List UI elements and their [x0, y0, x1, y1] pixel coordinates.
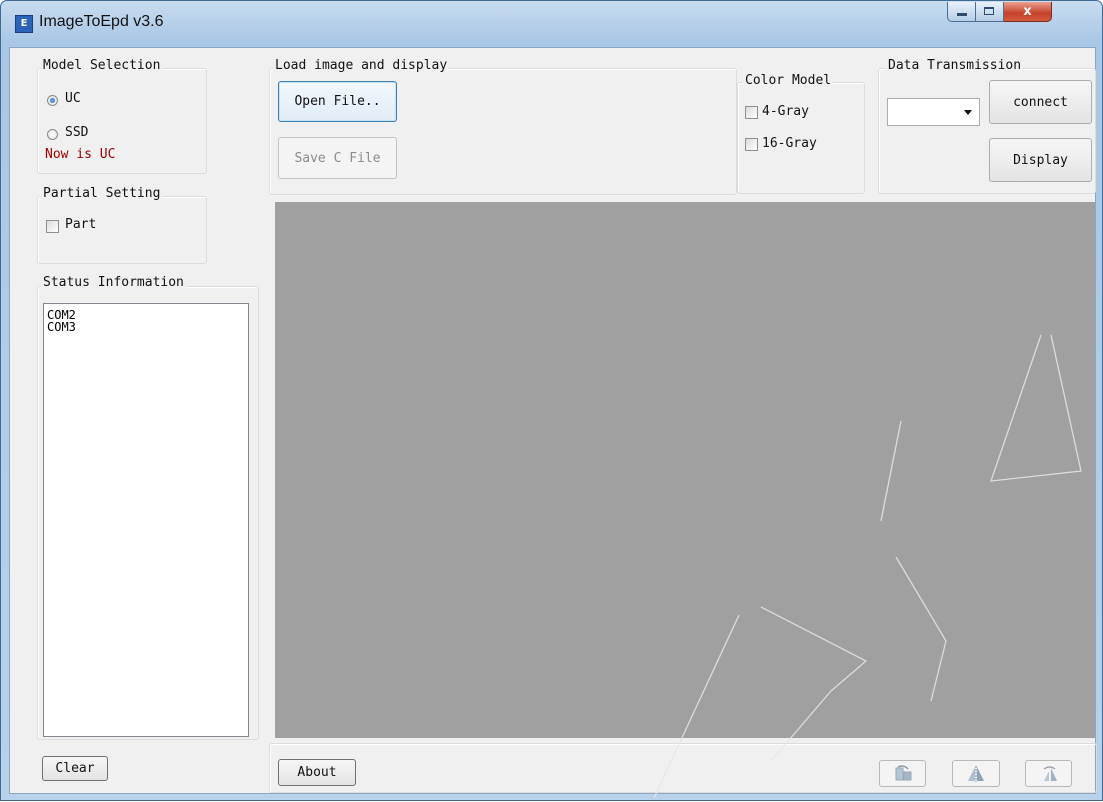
flip-horizontal-icon — [968, 765, 984, 782]
save-c-file-button[interactable]: Save C File — [278, 137, 397, 179]
radio-uc[interactable] — [47, 95, 58, 106]
app-icon: E — [15, 15, 33, 33]
port-select[interactable] — [887, 98, 980, 126]
chevron-down-icon — [964, 110, 972, 115]
partial-setting-title: Partial Setting — [41, 186, 163, 201]
partial-setting-group — [37, 196, 207, 264]
radio-ssd-label[interactable]: SSD — [65, 125, 88, 140]
status-line: COM2 — [47, 308, 76, 322]
flip-horizontal-button[interactable] — [952, 760, 1000, 787]
flip-vertical-icon — [1043, 765, 1057, 781]
part-checkbox[interactable] — [46, 220, 59, 233]
rotate-button[interactable] — [879, 760, 926, 787]
4-gray-label[interactable]: 4-Gray — [762, 104, 809, 119]
display-button[interactable]: Display — [989, 138, 1092, 182]
radio-ssd[interactable] — [47, 129, 58, 140]
flip-vertical-button[interactable] — [1025, 760, 1072, 787]
model-status-text: Now is UC — [45, 147, 116, 162]
title-bar[interactable]: E ImageToEpd v3.6 x — [1, 1, 1102, 43]
connect-button[interactable]: connect — [989, 80, 1092, 124]
status-information-title: Status Information — [41, 275, 186, 290]
close-button[interactable]: x — [1004, 2, 1052, 22]
rotate-icon — [895, 764, 911, 780]
status-listbox[interactable]: COM2 COM3 — [43, 303, 249, 737]
window-title: ImageToEpd v3.6 — [39, 13, 164, 30]
status-line: COM3 — [47, 320, 76, 334]
part-checkbox-label[interactable]: Part — [65, 217, 96, 232]
about-button[interactable]: About — [278, 759, 356, 786]
maximize-icon — [984, 7, 994, 15]
16-gray-checkbox[interactable] — [745, 138, 758, 151]
data-transmission-title: Data Transmission — [886, 58, 1024, 73]
minimize-button[interactable] — [947, 2, 976, 22]
16-gray-label[interactable]: 16-Gray — [762, 136, 817, 151]
client-area: Model Selection UC SSD Now is UC Partial… — [9, 47, 1097, 794]
load-image-title: Load image and display — [273, 58, 450, 73]
open-file-button[interactable]: Open File.. — [278, 81, 397, 122]
minimize-icon — [957, 13, 967, 16]
color-model-title: Color Model — [743, 73, 834, 88]
model-selection-title: Model Selection — [41, 58, 163, 73]
image-canvas[interactable] — [275, 202, 1095, 738]
maximize-button[interactable] — [976, 2, 1004, 22]
clear-button[interactable]: Clear — [42, 756, 108, 781]
close-icon: x — [1023, 4, 1032, 19]
4-gray-checkbox[interactable] — [745, 106, 758, 119]
radio-uc-label[interactable]: UC — [65, 91, 81, 106]
app-window: E ImageToEpd v3.6 x Model Selection UC S… — [0, 0, 1103, 801]
